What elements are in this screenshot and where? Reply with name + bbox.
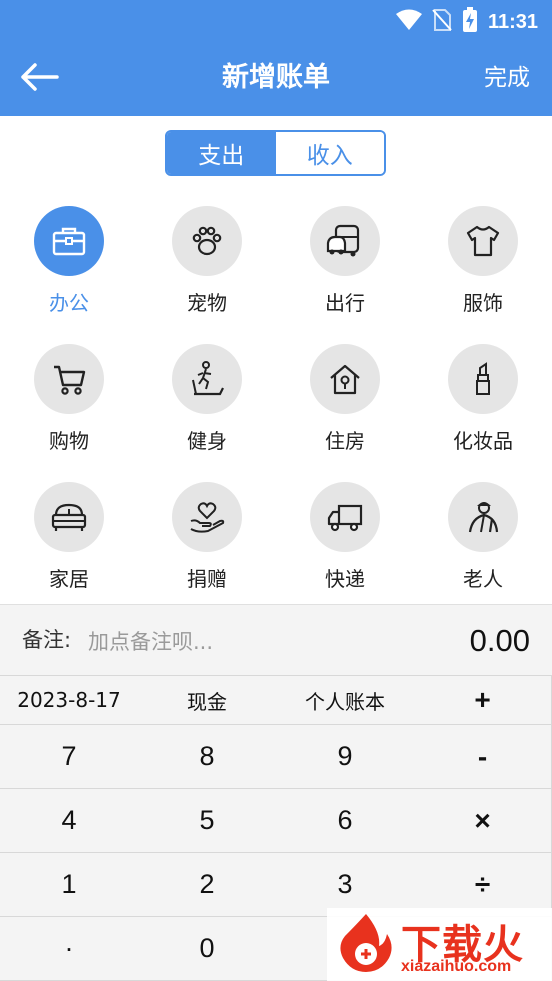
category-clothing[interactable]: 服饰 [414,200,552,338]
category-label: 宠物 [187,291,227,315]
payment-method-button[interactable]: 现金 [138,675,277,725]
status-bar: 11:31 [0,0,552,40]
done-button[interactable]: 完成 [484,40,530,116]
lipstick-icon [448,344,518,414]
category-housing[interactable]: 住房 [276,338,414,476]
paw-icon [172,206,242,276]
key-0[interactable]: 0 [138,916,277,981]
account-book-button[interactable]: 个人账本 [276,675,415,725]
category-label: 老人 [463,567,503,591]
battery-charging-icon [462,7,478,37]
category-cosmetics[interactable]: 化妆品 [414,338,552,476]
key-5[interactable]: 5 [138,788,277,853]
category-shopping[interactable]: 购物 [0,338,138,476]
app-bar: 新增账单 完成 [0,40,552,116]
category-elderly[interactable]: 老人 [414,476,552,614]
category-label: 出行 [325,291,365,315]
treadmill-icon [172,344,242,414]
key-6[interactable]: 6 [276,788,415,853]
category-label: 健身 [187,429,227,453]
cart-icon [34,344,104,414]
tshirt-icon [448,206,518,276]
category-label: 家居 [49,567,89,591]
note-bar: 备注: 0.00 [0,604,552,676]
tab-expense[interactable]: 支出 [167,132,276,174]
key-7[interactable]: 7 [0,724,139,789]
category-label: 化妆品 [453,429,513,453]
key-multiply[interactable]: × [414,788,552,853]
key-decimal[interactable]: · [0,916,139,981]
key-minus[interactable]: - [414,724,552,789]
category-label: 快递 [325,567,365,591]
bus-icon [310,206,380,276]
type-toggle: 支出 收入 [165,130,386,176]
note-label: 备注: [22,628,72,652]
watermark-url: xiazaihuo.com [401,958,512,975]
category-pet[interactable]: 宠物 [138,200,276,338]
no-sim-icon [432,8,452,36]
category-label: 办公 [49,291,89,315]
house-icon [310,344,380,414]
key-1[interactable]: 1 [0,852,139,917]
heart-hand-icon [172,482,242,552]
key-2[interactable]: 2 [138,852,277,917]
key-9[interactable]: 9 [276,724,415,789]
arrow-left-icon [19,62,59,96]
category-donation[interactable]: 捐赠 [138,476,276,614]
watermark: 下载火 xiazaihuo.com [327,908,552,981]
category-label: 捐赠 [187,567,227,591]
sofa-icon [34,482,104,552]
elder-icon [448,482,518,552]
category-office[interactable]: 办公 [0,200,138,338]
category-travel[interactable]: 出行 [276,200,414,338]
key-plus[interactable]: + [414,675,552,725]
key-8[interactable]: 8 [138,724,277,789]
amount-display: 0.00 [469,623,530,658]
category-label: 住房 [325,429,365,453]
category-express[interactable]: 快递 [276,476,414,614]
back-button[interactable] [14,54,64,104]
date-button[interactable]: 2023-8-17 [0,675,139,725]
truck-icon [310,482,380,552]
note-input[interactable] [86,623,390,661]
category-fitness[interactable]: 健身 [138,338,276,476]
status-time: 11:31 [487,10,538,33]
wifi-icon [395,9,422,35]
category-label: 购物 [49,429,89,453]
flame-logo-icon [335,912,397,974]
tab-income[interactable]: 收入 [275,132,384,174]
category-label: 服饰 [463,291,503,315]
briefcase-icon [34,206,104,276]
key-4[interactable]: 4 [0,788,139,853]
category-home[interactable]: 家居 [0,476,138,614]
page-title: 新增账单 [222,62,330,93]
